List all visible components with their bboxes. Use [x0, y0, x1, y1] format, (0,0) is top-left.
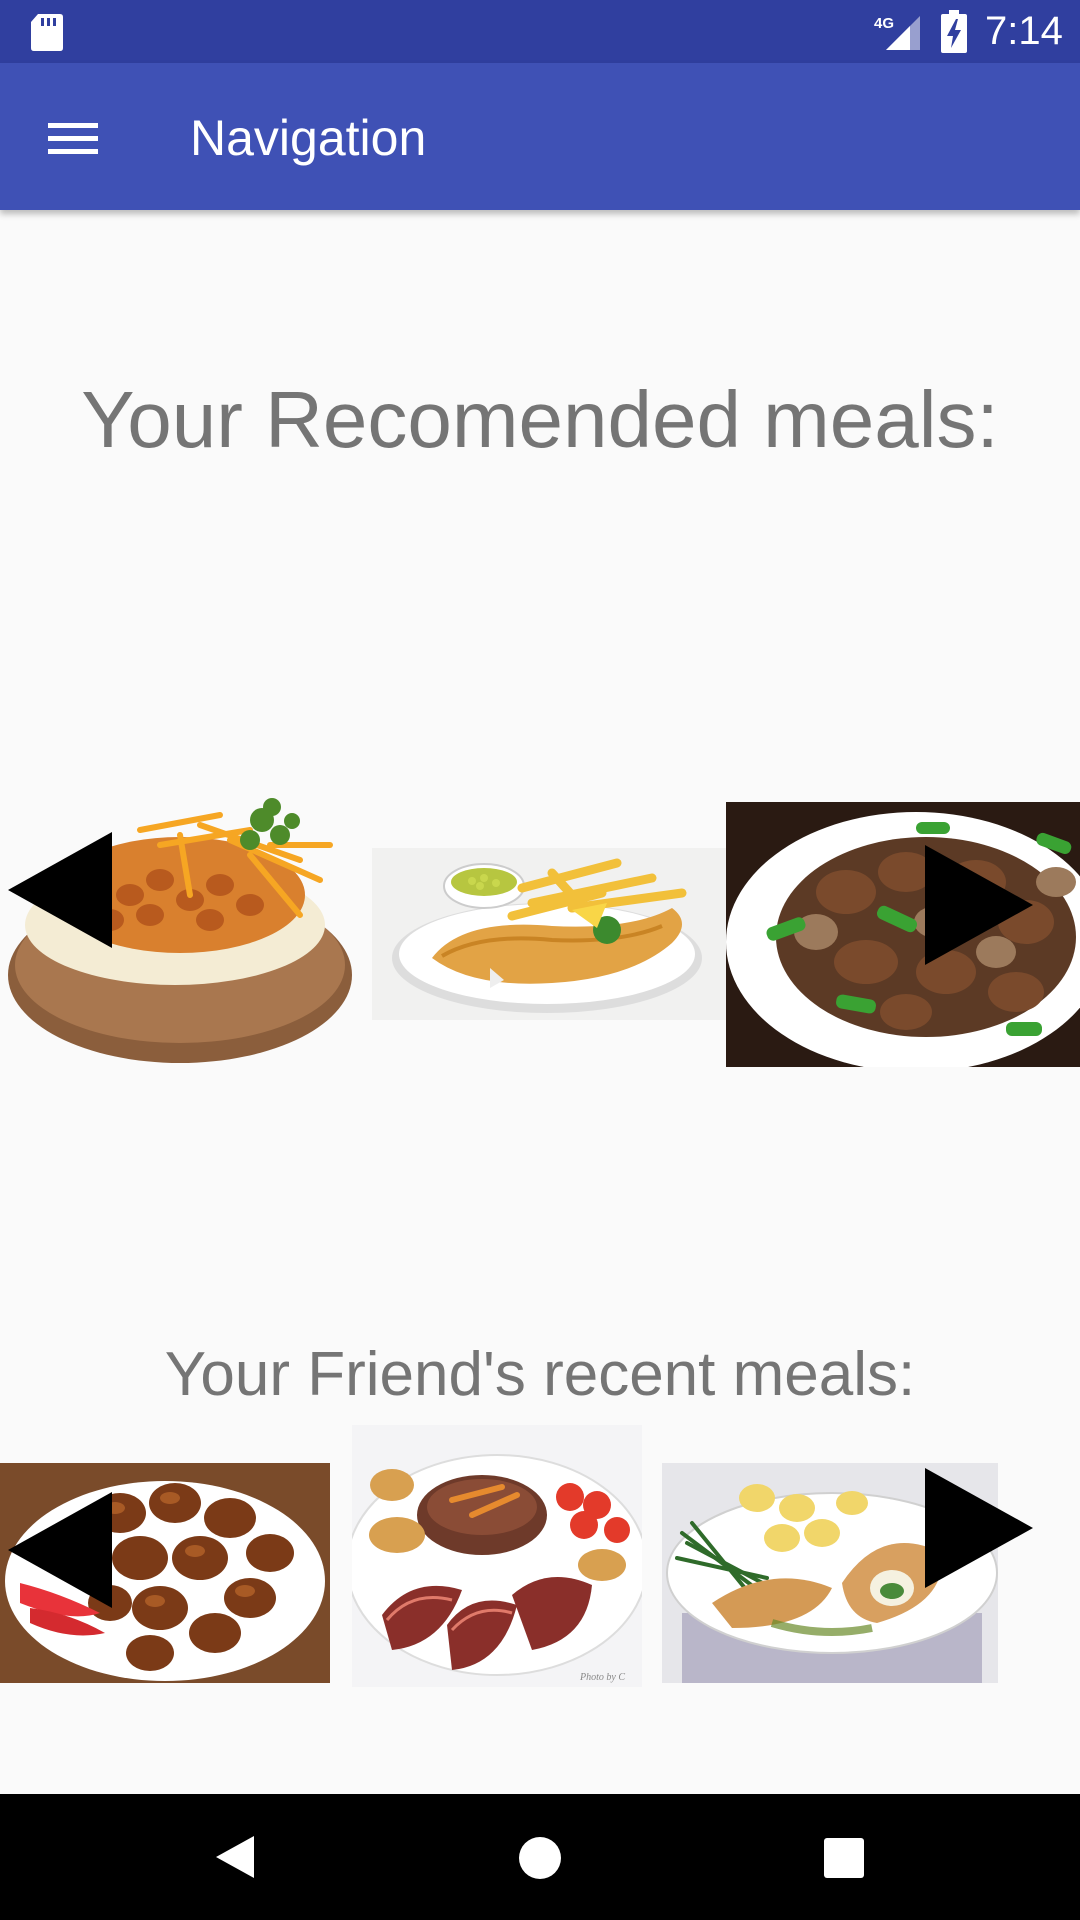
app-bar-title: Navigation — [190, 110, 427, 166]
app-screen: 4G 7:14 Navigation Your Recomended meals… — [0, 0, 1080, 1920]
photo-credit: Photo by C — [579, 1672, 625, 1683]
hamburger-menu-icon — [48, 123, 98, 154]
fish-and-chips-image — [372, 848, 726, 1020]
arrow-left-icon — [8, 1492, 112, 1608]
status-clock: 7:14 — [985, 9, 1063, 53]
arrow-left-icon — [8, 832, 112, 948]
status-bar: 4G 7:14 — [0, 0, 1080, 63]
arrow-right-icon — [925, 1468, 1033, 1588]
battery-charging-icon — [941, 10, 967, 53]
sliced-duck-image: Photo by C — [352, 1425, 642, 1687]
menu-button[interactable] — [28, 103, 118, 173]
recents-icon[interactable] — [823, 1837, 865, 1879]
recommended-next-button[interactable] — [925, 845, 1033, 965]
system-nav-bar — [0, 1794, 1080, 1920]
friends-heading: Your Friend's recent meals: — [164, 1340, 916, 1409]
signal-icon: 4G — [874, 15, 920, 50]
back-icon[interactable] — [212, 1834, 258, 1880]
sd-card-icon — [31, 14, 63, 51]
recommended-heading: Your Recomended meals: — [81, 375, 999, 464]
recommended-meal-2[interactable] — [372, 848, 726, 1020]
friend-meal-2[interactable]: Photo by C — [352, 1425, 642, 1687]
friends-prev-button[interactable] — [8, 1492, 112, 1608]
network-type-label: 4G — [874, 15, 894, 32]
home-icon[interactable] — [517, 1835, 563, 1881]
recommended-prev-button[interactable] — [8, 832, 112, 948]
arrow-right-icon — [925, 845, 1033, 965]
friends-next-button[interactable] — [925, 1468, 1033, 1588]
app-bar: Navigation — [0, 63, 1080, 210]
